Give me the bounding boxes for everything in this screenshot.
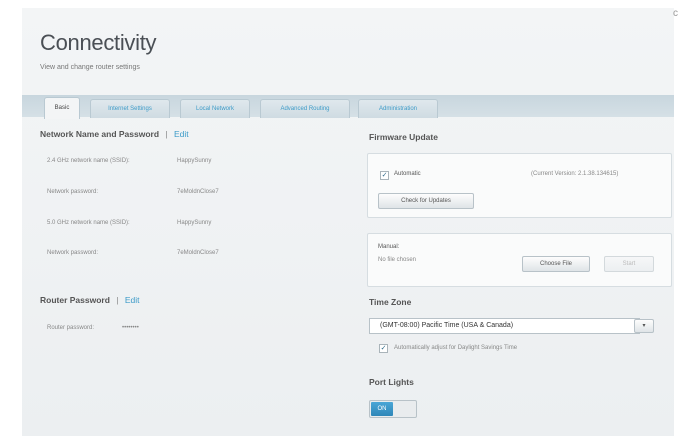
manual-label: Manual: — [378, 244, 400, 250]
router-password-heading-text: Router Password — [40, 295, 110, 305]
network-heading-text: Network Name and Password — [40, 129, 160, 139]
automatic-label: Automatic — [394, 171, 421, 177]
time-zone-select[interactable]: (GMT-08:00) Pacific Time (USA & Canada) — [369, 318, 640, 334]
ssid-24-label: 2.4 GHz network name (SSID): — [47, 158, 130, 164]
firmware-auto-box: ✓ Automatic (Current Version: 2.1.38.134… — [367, 153, 672, 218]
dst-label: Automatically adjust for Daylight Saving… — [394, 345, 518, 351]
network-section-heading: Network Name and Password | Edit — [40, 129, 189, 139]
time-zone-dropdown-button[interactable]: ▾ — [634, 319, 654, 333]
password-50-value: 7eMoldnClose7 — [177, 250, 219, 256]
tab-advanced-routing[interactable]: Advanced Routing — [260, 99, 350, 118]
close-icon[interactable]: c — [673, 8, 678, 19]
ssid-50-label: 5.0 GHz network name (SSID): — [47, 220, 130, 226]
port-lights-heading: Port Lights — [369, 377, 414, 387]
automatic-checkbox[interactable]: ✓ — [380, 171, 389, 180]
port-lights-toggle[interactable]: ON — [369, 400, 417, 418]
ssid-50-value: HappySunny — [177, 220, 212, 226]
tab-internet-settings[interactable]: Internet Settings — [90, 99, 170, 118]
tab-local-network[interactable]: Local Network — [180, 99, 250, 118]
router-password-label: Router password: — [47, 325, 95, 331]
time-zone-heading: Time Zone — [369, 297, 412, 307]
router-password-edit-link[interactable]: Edit — [125, 295, 140, 305]
toggle-on-label: ON — [371, 402, 393, 416]
password-24-value: 7eMoldnClose7 — [177, 189, 219, 195]
tab-bar: Basic Internet Settings Local Network Ad… — [22, 95, 674, 119]
current-version-text: (Current Version: 2.1.38.134615) — [531, 171, 619, 177]
tab-administration[interactable]: Administration — [358, 99, 438, 118]
network-edit-link[interactable]: Edit — [174, 129, 189, 139]
heading-separator: | — [116, 295, 119, 305]
firmware-heading: Firmware Update — [369, 132, 438, 142]
connectivity-panel: Connectivity View and change router sett… — [22, 8, 674, 436]
start-button[interactable]: Start — [604, 256, 654, 272]
router-password-heading: Router Password | Edit — [40, 295, 140, 305]
page-subtitle: View and change router settings — [40, 64, 140, 71]
ssid-24-value: HappySunny — [177, 158, 212, 164]
router-password-value: •••••••• — [122, 325, 139, 331]
heading-separator: | — [165, 129, 168, 139]
dst-checkbox[interactable]: ✓ — [379, 344, 388, 353]
choose-file-button[interactable]: Choose File — [522, 256, 590, 272]
firmware-manual-box: Manual: No file chosen Choose File Start — [367, 233, 672, 287]
check-updates-button[interactable]: Check for Updates — [378, 193, 474, 209]
password-50-label: Network password: — [47, 250, 99, 256]
password-24-label: Network password: — [47, 189, 99, 195]
chevron-down-icon: ▾ — [642, 323, 646, 329]
tab-basic[interactable]: Basic — [44, 97, 80, 119]
file-status: No file chosen — [378, 257, 417, 263]
page-title: Connectivity — [40, 30, 157, 55]
